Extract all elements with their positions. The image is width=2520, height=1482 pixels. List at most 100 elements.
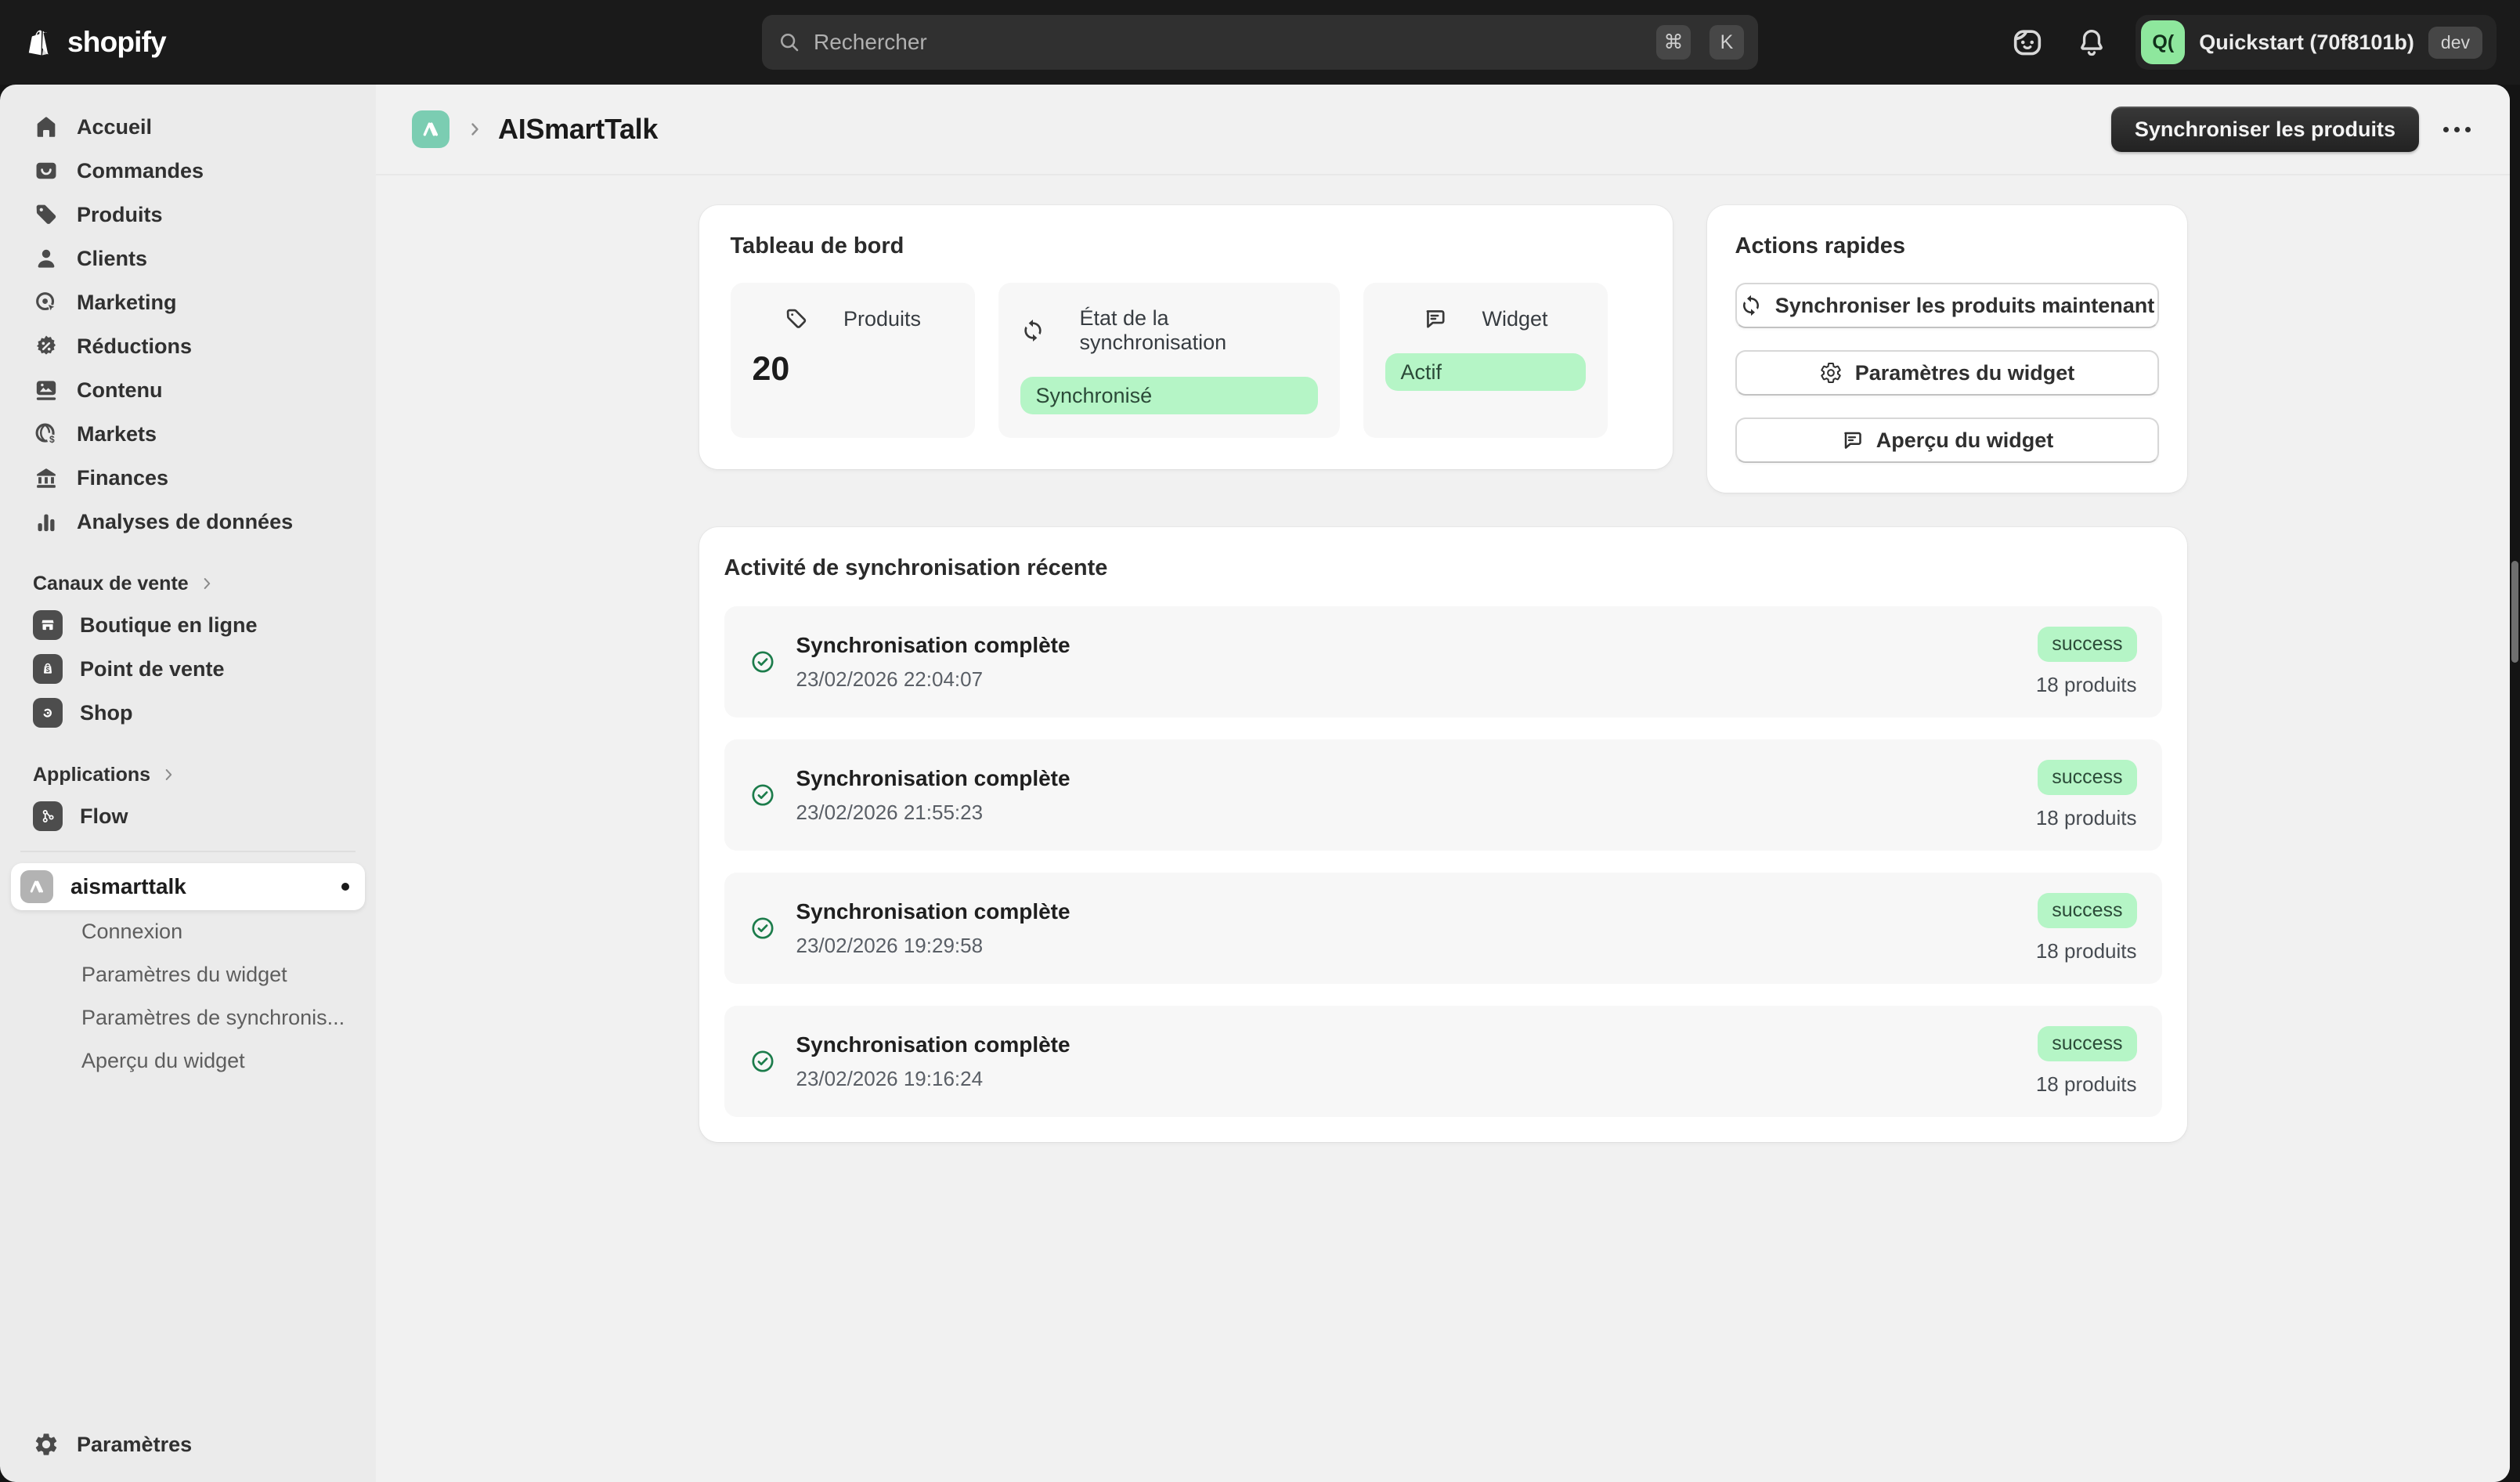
scrollbar-thumb[interactable]: [2511, 561, 2518, 663]
shopify-bag-icon: [23, 24, 58, 60]
sync-icon: [1739, 294, 1763, 317]
sidebar-item-commandes[interactable]: Commandes: [11, 149, 365, 193]
global-search[interactable]: ⌘ K: [762, 15, 1758, 70]
person-icon: [33, 245, 60, 272]
sidebar-item-analyses[interactable]: Analyses de données: [11, 500, 365, 544]
sidebar-subitem-apercu-widget[interactable]: Aperçu du widget: [11, 1039, 365, 1083]
button-label: Synchroniser les produits maintenant: [1775, 294, 2155, 318]
breadcrumb-chevron-icon: [465, 120, 484, 139]
apps-header[interactable]: Applications: [11, 755, 365, 794]
bank-icon: [33, 464, 60, 491]
stat-value-produits: 20: [753, 350, 953, 389]
activity-row-products: 18 produits: [2036, 673, 2137, 697]
sync-status-badge: Synchronisé: [1020, 377, 1318, 414]
aismarttalk-app-icon: [20, 870, 53, 903]
sidebar-subitem-connexion[interactable]: Connexion: [11, 910, 365, 953]
discount-icon: [33, 333, 60, 360]
activity-row-timestamp: 23/02/2026 19:16:24: [796, 1067, 1070, 1091]
sidekick-face-icon: [2009, 24, 2045, 60]
sidebar-item-boutique-en-ligne[interactable]: Boutique en ligne: [11, 603, 365, 647]
dashboard-title: Tableau de bord: [731, 233, 1641, 259]
pos-icon: [33, 654, 63, 684]
sync-icon: [1020, 318, 1045, 343]
stat-widget: Widget Actif: [1363, 283, 1608, 438]
sidebar-subitem-parametres-synchronisation[interactable]: Paramètres de synchronis...: [11, 996, 365, 1039]
image-icon: [33, 377, 60, 403]
sidebar-item-label: Paramètres: [77, 1433, 192, 1457]
notifications-button[interactable]: [2071, 22, 2112, 63]
activity-row: Synchronisation complète 23/02/2026 22:0…: [724, 606, 2162, 718]
sidebar-subitem-parametres-widget[interactable]: Paramètres du widget: [11, 953, 365, 996]
sync-products-button[interactable]: Synchroniser les produits: [2111, 107, 2419, 152]
sync-activity-card: Activité de synchronisation récente Sync…: [699, 527, 2187, 1142]
sidebar-item-label: Analyses de données: [77, 510, 293, 534]
check-circle-icon: [749, 1048, 776, 1075]
active-dot: [341, 883, 349, 891]
sidebar-item-markets[interactable]: $ Markets: [11, 412, 365, 456]
sidebar-item-label: Réductions: [77, 334, 192, 359]
activity-row-timestamp: 23/02/2026 22:04:07: [796, 667, 1070, 692]
cmd-key-badge: ⌘: [1656, 25, 1691, 60]
sidebar-item-label: Accueil: [77, 115, 152, 139]
topbar: shopify ⌘ K: [0, 0, 2520, 85]
activity-row-title: Synchronisation complète: [796, 633, 1070, 658]
status-badge: success: [2038, 893, 2136, 928]
activity-row: Synchronisation complète 23/02/2026 19:1…: [724, 1006, 2162, 1117]
sidebar: Accueil Commandes Produits Clients Marke…: [0, 85, 376, 1482]
aismarttalk-page-icon: [412, 110, 449, 148]
k-key-badge: K: [1709, 25, 1744, 60]
sidebar-item-label: Flow: [80, 804, 128, 829]
sidebar-item-label: aismarttalk: [70, 874, 186, 899]
app-frame: Accueil Commandes Produits Clients Marke…: [0, 85, 2510, 1482]
page-header: AISmartTalk Synchroniser les produits: [376, 85, 2510, 175]
sidebar-item-finances[interactable]: Finances: [11, 456, 365, 500]
activity-row-title: Synchronisation complète: [796, 1032, 1070, 1057]
sidebar-item-clients[interactable]: Clients: [11, 237, 365, 280]
sidebar-item-accueil[interactable]: Accueil: [11, 105, 365, 149]
sidebar-item-parametres[interactable]: Paramètres: [11, 1422, 365, 1466]
sidebar-item-point-de-vente[interactable]: Point de vente: [11, 647, 365, 691]
sidebar-item-flow[interactable]: Flow: [11, 794, 365, 838]
sales-channels-header[interactable]: Canaux de vente: [11, 564, 365, 603]
sync-now-button[interactable]: Synchroniser les produits maintenant: [1735, 283, 2159, 328]
shop-app-icon: [33, 698, 63, 728]
sidebar-item-label: Shop: [80, 701, 133, 725]
sidebar-item-contenu[interactable]: Contenu: [11, 368, 365, 412]
stat-label: Widget: [1482, 307, 1547, 331]
activity-row-timestamp: 23/02/2026 19:29:58: [796, 934, 1070, 958]
svg-text:$: $: [49, 434, 55, 445]
search-icon: [778, 31, 801, 54]
sidebar-item-aismarttalk[interactable]: aismarttalk: [11, 863, 365, 910]
check-circle-icon: [749, 915, 776, 942]
sidebar-item-label: Point de vente: [80, 657, 225, 681]
sidekick-button[interactable]: [2007, 22, 2048, 63]
widget-settings-button[interactable]: Paramètres du widget: [1735, 350, 2159, 396]
sidebar-item-produits[interactable]: Produits: [11, 193, 365, 237]
quick-actions-title: Actions rapides: [1735, 233, 2159, 259]
widget-preview-button[interactable]: Aperçu du widget: [1735, 417, 2159, 463]
tag-icon: [33, 201, 60, 228]
main-content: AISmartTalk Synchroniser les produits Ta…: [376, 85, 2510, 1482]
search-input[interactable]: [814, 30, 1644, 55]
target-cursor-icon: [33, 289, 60, 316]
status-badge: success: [2038, 627, 2136, 662]
widget-status-badge: Actif: [1385, 353, 1586, 391]
sidebar-item-label: Commandes: [77, 159, 204, 183]
sidebar-item-label: Produits: [77, 203, 163, 227]
overflow-menu-button[interactable]: [2435, 107, 2478, 151]
chat-bubble-icon: [1422, 306, 1447, 331]
chevron-right-icon: [160, 766, 177, 783]
store-switcher[interactable]: Q( Quickstart (70f8101b) dev: [2136, 15, 2497, 70]
apps-label: Applications: [33, 764, 150, 786]
tag-outline-icon: [784, 306, 809, 331]
shopify-logo[interactable]: shopify: [23, 24, 166, 60]
online-store-icon: [33, 610, 63, 640]
activity-row-title: Synchronisation complète: [796, 766, 1070, 791]
quick-actions-card: Actions rapides Synchroniser les produit…: [1707, 205, 2187, 493]
activity-row-products: 18 produits: [2036, 806, 2137, 830]
gear-icon: [33, 1431, 60, 1458]
sidebar-item-shop[interactable]: Shop: [11, 691, 365, 735]
sidebar-item-reductions[interactable]: Réductions: [11, 324, 365, 368]
sales-channels-label: Canaux de vente: [33, 573, 189, 595]
sidebar-item-marketing[interactable]: Marketing: [11, 280, 365, 324]
